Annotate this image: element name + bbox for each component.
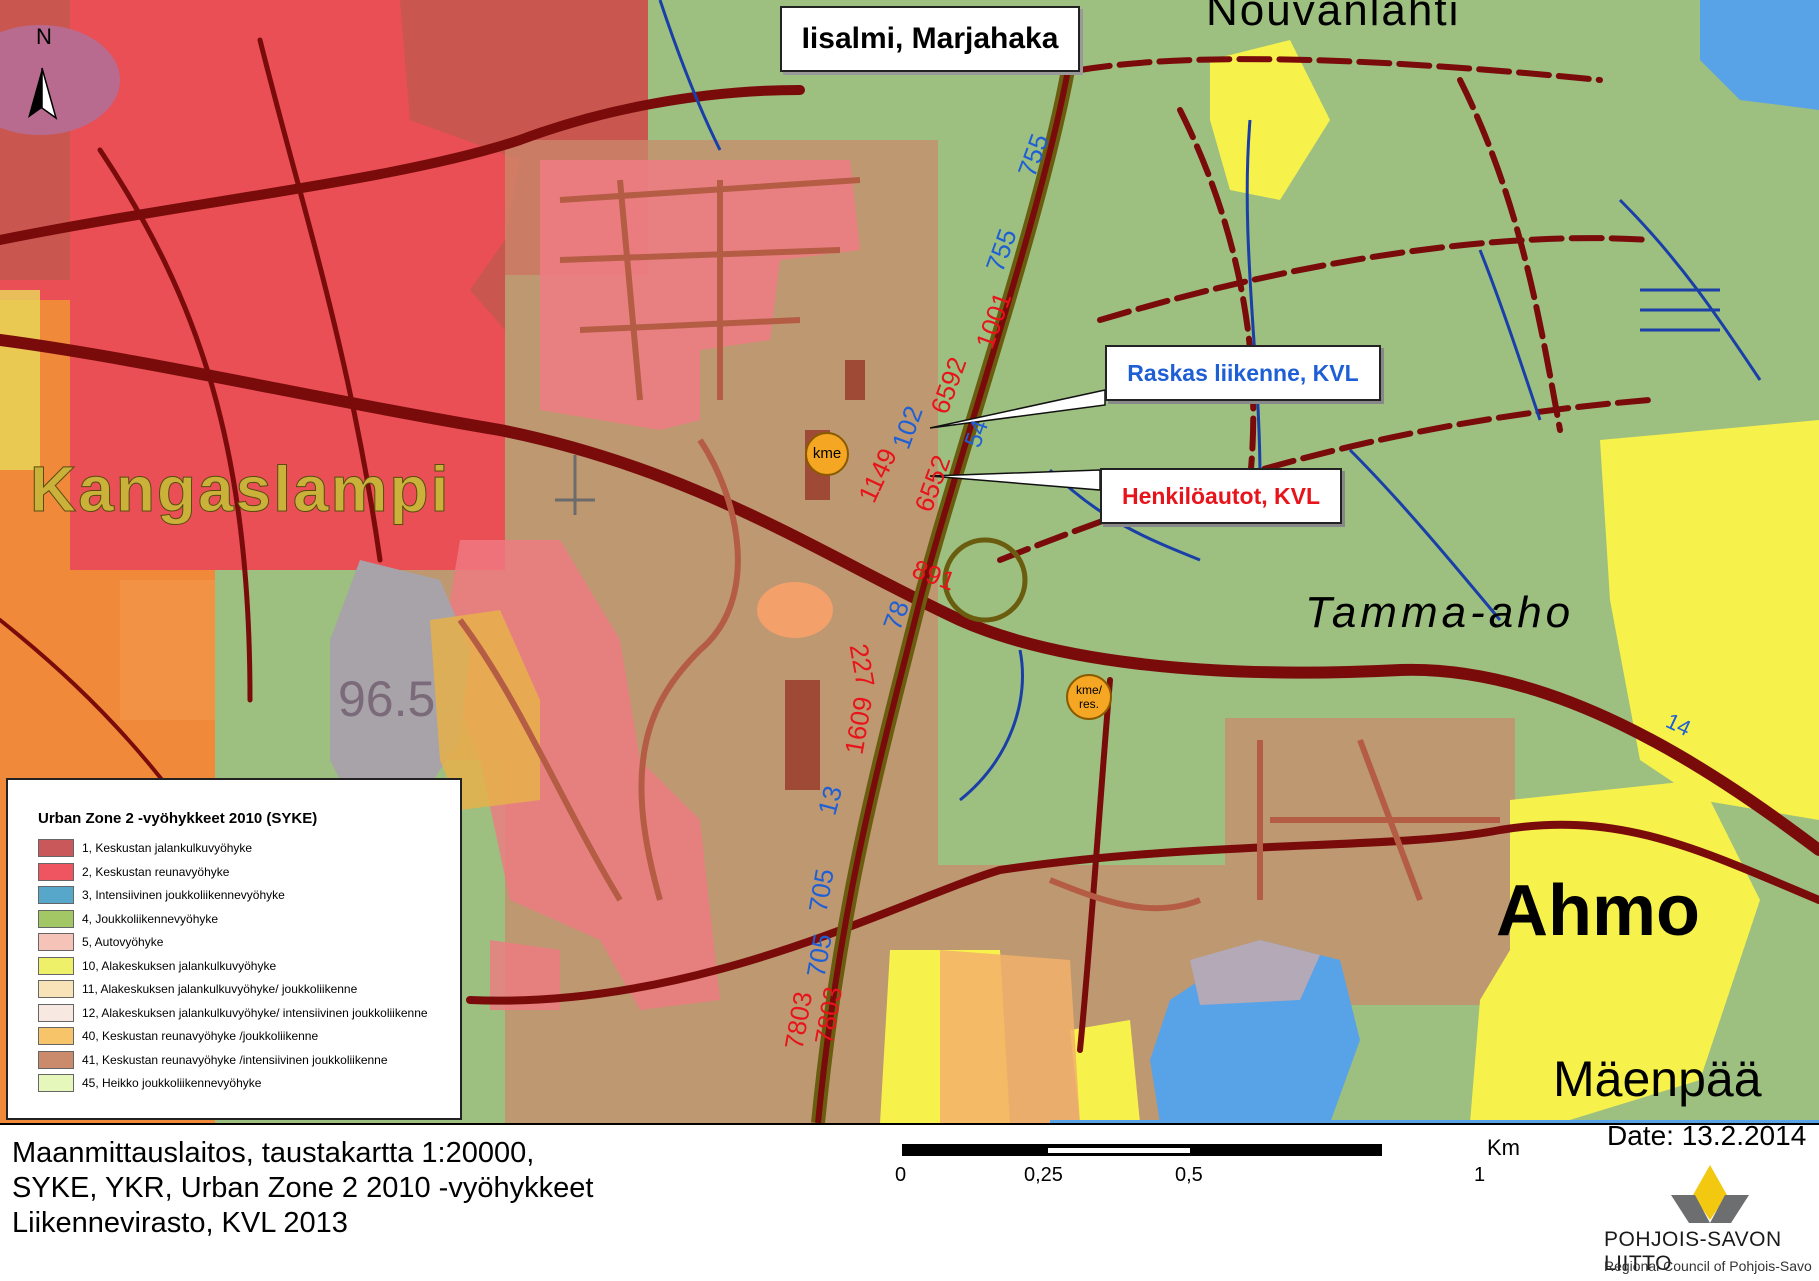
building-long bbox=[785, 680, 820, 790]
zone-yellow-left bbox=[0, 290, 40, 470]
map-canvas[interactable]: N Kangaslampi Nouvanlahti Tamma-aho Ahmo… bbox=[0, 0, 1819, 1125]
legend-swatch bbox=[38, 1027, 74, 1045]
legend-item: 40, Keskustan reunavyöhyke /joukkoliiken… bbox=[38, 1026, 318, 1046]
legend-item: 11, Alakeskuksen jalankulkuvyöhyke/ jouk… bbox=[38, 979, 357, 999]
callout-heavy-traffic: Raskas liikenne, KVL bbox=[1105, 345, 1381, 401]
legend-swatch bbox=[38, 1003, 74, 1022]
scale-bar-segment-light bbox=[1048, 1148, 1190, 1153]
marker-kme-res: kme/ res. bbox=[1066, 674, 1112, 720]
legend-swatch bbox=[38, 862, 74, 881]
building-small bbox=[845, 360, 865, 400]
map-legend: Urban Zone 2 -vyöhykkeet 2010 (SYKE) 1, … bbox=[6, 778, 462, 1120]
zone-orange-left-b bbox=[120, 580, 215, 720]
place-name-ahmo: Ahmo bbox=[1496, 871, 1700, 951]
legend-item-label: 40, Keskustan reunavyöhyke /joukkoliiken… bbox=[82, 1029, 319, 1043]
scale-bar bbox=[902, 1144, 1382, 1156]
scale-tick-05: 0,5 bbox=[1175, 1164, 1203, 1186]
legend-item: 2, Keskustan reunavyöhyke bbox=[38, 862, 229, 882]
organization-subtitle: Regional Council of Pohjois-Savo bbox=[1604, 1258, 1812, 1274]
map-title: Iisalmi, Marjahaka bbox=[780, 6, 1080, 72]
legend-item-label: 5, Autovyöhyke bbox=[82, 935, 164, 949]
callout-car-traffic: Henkilöautot, KVL bbox=[1100, 468, 1342, 524]
legend-swatch bbox=[38, 980, 74, 998]
legend-item-label: 4, Joukkoliikennevyöhyke bbox=[82, 911, 219, 926]
legend-swatch bbox=[38, 886, 74, 904]
scale-tick-1: 1 bbox=[1474, 1164, 1486, 1186]
legend-item-label: 3, Intensiivinen joukkoliikennevyöhyke bbox=[82, 888, 285, 902]
zone-40-south bbox=[940, 950, 1080, 1123]
marker-kme: kme bbox=[805, 432, 849, 476]
organization-logo-icon bbox=[1671, 1165, 1749, 1223]
north-arrow-label: N bbox=[36, 24, 52, 49]
legend-item-label: 41, Keskustan reunavyöhyke /intensiivine… bbox=[82, 1052, 388, 1067]
source-line-2: SYKE, YKR, Urban Zone 2 2010 -vyöhykkeet bbox=[12, 1172, 594, 1204]
place-name-kangaslampi: Kangaslampi bbox=[29, 453, 451, 526]
place-name-nouvanlahti: Nouvanlahti bbox=[1206, 0, 1461, 35]
legend-swatch bbox=[38, 909, 74, 928]
legend-item-label: 1, Keskustan jalankulkuvyöhyke bbox=[82, 841, 253, 855]
legend-item: 45, Heikko joukkoliikennevyöhyke bbox=[38, 1073, 261, 1093]
legend-item: 4, Joukkoliikennevyöhyke bbox=[38, 909, 218, 929]
legend-item: 12, Alakeskuksen jalankulkuvyöhyke/ inte… bbox=[38, 1003, 428, 1023]
legend-item: 41, Keskustan reunavyöhyke /intensiivine… bbox=[38, 1050, 388, 1070]
legend-item-label: 10, Alakeskuksen jalankulkuvyöhyke bbox=[82, 958, 277, 973]
scale-tick-0: 0 bbox=[895, 1164, 907, 1186]
legend-item-label: 11, Alakeskuksen jalankulkuvyöhyke/ jouk… bbox=[82, 982, 358, 996]
place-name-maenpaa: Mäenpää bbox=[1553, 1051, 1762, 1107]
legend-item: 1, Keskustan jalankulkuvyöhyke bbox=[38, 838, 252, 858]
orange-blob-center bbox=[757, 582, 833, 638]
source-line-3: Liikennevirasto, KVL 2013 bbox=[12, 1207, 348, 1239]
map-date: Date: 13.2.2014 bbox=[1607, 1120, 1807, 1151]
legend-item-label: 12, Alakeskuksen jalankulkuvyöhyke/ inte… bbox=[82, 1005, 428, 1020]
legend-swatch bbox=[38, 956, 74, 975]
scale-unit: Km bbox=[1487, 1135, 1520, 1160]
legend-item: 5, Autovyöhyke bbox=[38, 932, 163, 952]
legend-title: Urban Zone 2 -vyöhykkeet 2010 (SYKE) bbox=[38, 810, 318, 827]
legend-item: 3, Intensiivinen joukkoliikennevyöhyke bbox=[38, 885, 285, 905]
source-line-1: Maanmittauslaitos, taustakartta 1:20000, bbox=[12, 1137, 535, 1169]
legend-swatch bbox=[38, 1074, 74, 1092]
place-name-tamma-aho: Tamma-aho bbox=[1305, 588, 1575, 637]
legend-swatch bbox=[38, 1050, 74, 1069]
legend-item-label: 45, Heikko joukkoliikennevyöhyke bbox=[82, 1076, 262, 1090]
legend-swatch bbox=[38, 933, 74, 951]
legend-swatch bbox=[38, 839, 74, 857]
legend-item-label: 2, Keskustan reunavyöhyke bbox=[82, 864, 230, 879]
elevation-label: 96.5 bbox=[338, 671, 436, 727]
legend-item: 10, Alakeskuksen jalankulkuvyöhyke bbox=[38, 956, 276, 976]
scale-tick-025: 0,25 bbox=[1024, 1164, 1063, 1186]
